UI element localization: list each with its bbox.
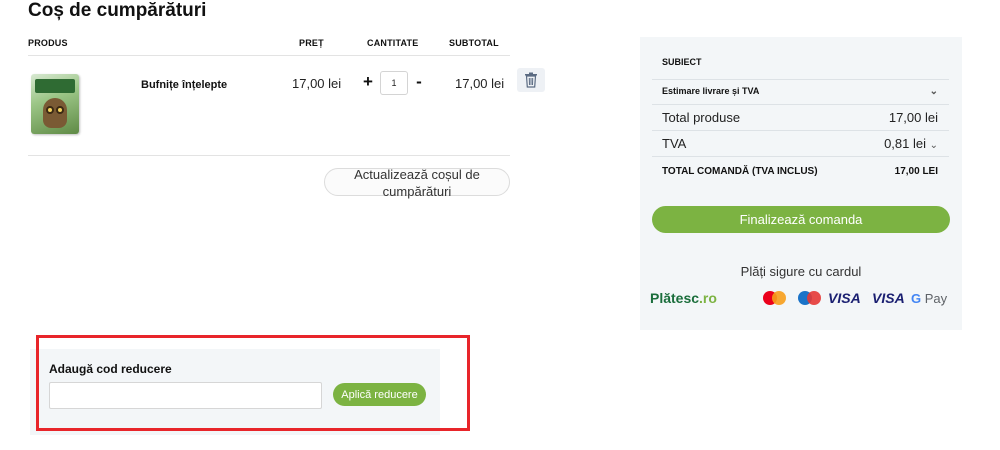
visa-logo: VISA <box>828 290 861 306</box>
shipping-estimate-label: Estimare livrare și TVA <box>662 86 760 96</box>
owl-eye-right <box>56 106 64 114</box>
column-header-product: PRODUS <box>28 38 68 48</box>
shipping-estimate-toggle[interactable]: Estimare livrare și TVA ⌄ <box>662 86 938 97</box>
summary-divider <box>652 104 949 105</box>
tva-label: TVA <box>662 136 687 151</box>
euplatesc-logo: Plătesc.ro <box>650 290 717 306</box>
payment-logos: Plătesc.ro VISA VISA G Pay <box>650 288 955 312</box>
quantity-increase-button[interactable]: + <box>360 72 376 94</box>
order-total-row: TOTAL COMANDĂ (TVA INCLUS) 17,00 LEI <box>662 166 938 177</box>
summary-divider <box>652 79 949 80</box>
trash-icon <box>525 72 537 88</box>
summary-divider <box>652 156 949 157</box>
tva-value: 0,81 lei <box>884 136 926 151</box>
cover-band <box>35 79 75 93</box>
update-cart-button[interactable]: Actualizează coșul de cumpărături <box>324 167 510 199</box>
total-products-label: Total produse <box>662 110 741 125</box>
column-header-price: PREȚ <box>299 38 324 48</box>
tva-value-group: 0,81 lei ⌄ <box>884 136 938 151</box>
quantity-decrease-button[interactable]: - <box>412 72 426 94</box>
total-products-value: 17,00 lei <box>888 110 938 125</box>
owl-eye-left <box>46 106 54 114</box>
mastercard-icon <box>763 291 787 305</box>
page-title: Coș de cumpărături <box>28 0 207 21</box>
column-header-quantity: CANTITATE <box>367 38 419 48</box>
order-total-value: 17,00 LEI <box>894 166 938 177</box>
product-price: 17,00 lei <box>292 76 342 91</box>
visa-electron-logo: VISA <box>872 290 905 306</box>
quantity-input[interactable] <box>380 71 408 95</box>
order-total-label: TOTAL COMANDĂ (TVA INCLUS) <box>662 166 818 177</box>
google-pay-logo: G Pay <box>911 291 948 306</box>
summary-divider <box>652 130 949 131</box>
remove-item-button[interactable] <box>517 68 545 92</box>
product-name-link[interactable]: Bufnițe înțelepte <box>141 79 227 91</box>
product-thumbnail[interactable] <box>31 74 79 134</box>
product-subtotal: 17,00 lei <box>455 76 505 91</box>
total-products-row: Total produse 17,00 lei <box>662 110 938 125</box>
table-divider <box>28 155 510 156</box>
checkout-button[interactable]: Finalizează comanda <box>652 206 950 233</box>
tva-row[interactable]: TVA 0,81 lei ⌄ <box>662 136 938 151</box>
secure-payments-text: Plăți sigure cu cardul <box>740 264 862 279</box>
table-divider <box>28 55 510 56</box>
column-header-subtotal: SUBTOTAL <box>449 38 499 48</box>
maestro-icon <box>798 291 822 305</box>
chevron-down-icon: ⌄ <box>929 86 938 97</box>
summary-heading: SUBIECT <box>662 57 702 67</box>
order-summary-panel: SUBIECT Estimare livrare și TVA ⌄ Total … <box>640 37 962 330</box>
highlight-frame <box>36 335 470 431</box>
chevron-down-icon: ⌄ <box>929 140 938 151</box>
